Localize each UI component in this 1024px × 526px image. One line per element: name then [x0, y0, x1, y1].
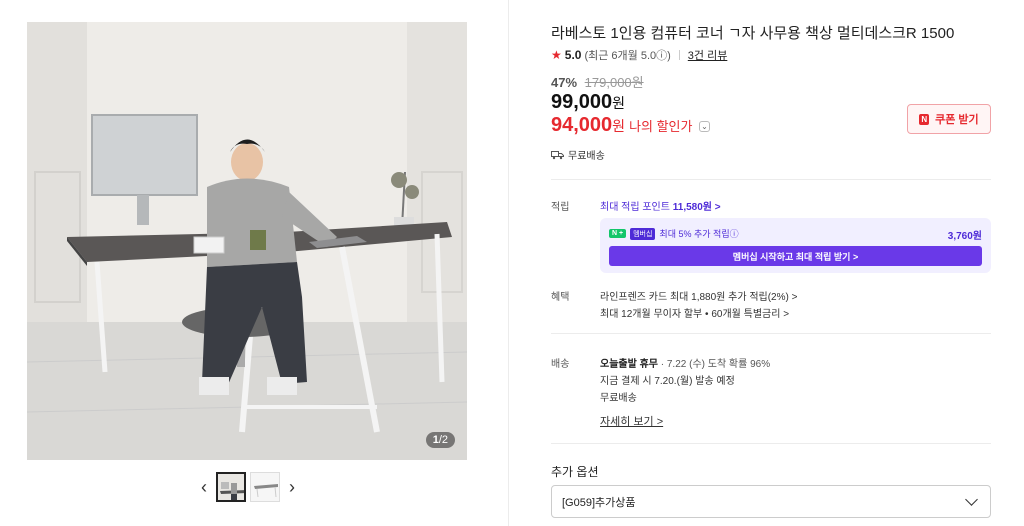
- membership-extra-text: 최대 5% 추가 적립ⓘ: [659, 229, 739, 239]
- coupon-label: 쿠폰 받기: [935, 114, 979, 126]
- membership-box: N + 멤버십 최대 5% 추가 적립ⓘ 3,760원 멤버십 시작하고 최대 …: [600, 218, 991, 273]
- original-price: 179,000원: [584, 75, 644, 90]
- rating-separator: [678, 50, 680, 60]
- thumbnail-1[interactable]: [216, 472, 246, 502]
- membership-info: N + 멤버십 최대 5% 추가 적립ⓘ: [609, 227, 739, 240]
- page-total: /2: [438, 434, 448, 446]
- divider: [551, 443, 991, 444]
- benefit-card-link[interactable]: 라인프렌즈 카드 최대 1,880원 추가 적립(2%) >: [600, 288, 797, 303]
- divider: [551, 333, 991, 334]
- coupon-button[interactable]: N 쿠폰 받기: [907, 104, 991, 134]
- max-point-link[interactable]: 최대 적립 포인트 11,580원 >: [600, 198, 721, 213]
- rating-row: ★ 5.0 (최근 6개월 5.0ⓘ) 3건 리뷰: [551, 47, 727, 63]
- page-indicator: 1/2: [425, 432, 455, 448]
- membership-start-button[interactable]: 멤버십 시작하고 최대 적립 받기 >: [609, 246, 982, 266]
- shipping-label: 배송: [551, 359, 570, 370]
- shipping-arrival: · 7.22 (수) 도착 확률 96%: [657, 359, 771, 370]
- my-price-label: 나의 할인가: [629, 119, 693, 134]
- thumbnail-2[interactable]: [250, 472, 280, 502]
- desk-photo: [27, 22, 467, 460]
- naver-logo-icon: N: [919, 113, 930, 125]
- sale-price: 99,000원: [551, 91, 625, 114]
- rating-sub[interactable]: (최근 6개월 5.0ⓘ): [584, 47, 670, 63]
- benefits-label: 혜택: [551, 292, 570, 303]
- options-select[interactable]: [G059]추가상품: [551, 485, 991, 518]
- options-label: 추가 옵션: [551, 465, 599, 479]
- shipping-today-status: 오늘출발 휴무: [600, 359, 658, 370]
- my-price-unit: 원: [612, 118, 626, 134]
- chevron-right-icon[interactable]: ›: [284, 472, 300, 502]
- reviews-link[interactable]: 3건 리뷰: [688, 47, 728, 63]
- naver-plus-badge: N +: [609, 229, 627, 238]
- membership-badge: 멤버십: [630, 227, 656, 240]
- star-icon: ★: [551, 48, 562, 62]
- thumbnail-strip: ‹ ›: [196, 472, 300, 502]
- points-label: 적립: [551, 202, 570, 213]
- panel-divider: [508, 0, 509, 526]
- benefit-installment-link[interactable]: 최대 12개월 무이자 할부 • 60개월 특별금리 >: [600, 305, 789, 320]
- chevron-left-icon[interactable]: ‹: [196, 472, 212, 502]
- rating-score: 5.0: [564, 48, 582, 62]
- shipping-line-2: 지금 결제 시 7.20.(월) 발송 예정: [600, 376, 735, 387]
- chevron-down-icon: [965, 493, 978, 506]
- my-price[interactable]: 94,000원 나의 할인가 ⌄: [551, 114, 710, 137]
- chevron-down-icon[interactable]: ⌄: [698, 121, 710, 133]
- divider: [551, 179, 991, 180]
- product-title: 라베스토 1인용 컴퓨터 코너 ㄱ자 사무용 책상 멀티데스크R 1500: [551, 25, 955, 42]
- max-point-text: 최대 적립 포인트: [600, 202, 670, 213]
- shipping-detail-link[interactable]: 자세히 보기 >: [600, 413, 663, 429]
- membership-amount: 3,760원: [947, 231, 982, 242]
- max-point-value: 11,580원 >: [672, 202, 721, 213]
- shipping-line-3: 무료배송: [600, 393, 637, 404]
- discount-row: 47% 179,000원: [551, 72, 644, 91]
- discount-percent: 47%: [551, 75, 578, 90]
- shipping-line-1: 오늘출발 휴무 · 7.22 (수) 도착 확률 96%: [600, 355, 770, 370]
- free-shipping-text: 무료배송: [568, 151, 605, 162]
- sale-price-value: 99,000: [551, 91, 613, 113]
- my-price-value: 94,000: [551, 114, 613, 136]
- product-main-image[interactable]: 1/2: [27, 22, 467, 460]
- free-shipping: 무료배송: [551, 147, 605, 162]
- product-gallery: 1/2 ‹ ›: [0, 0, 508, 526]
- truck-icon: [551, 150, 564, 159]
- options-selected-value: [G059]추가상품: [562, 496, 636, 509]
- sale-price-unit: 원: [612, 95, 626, 111]
